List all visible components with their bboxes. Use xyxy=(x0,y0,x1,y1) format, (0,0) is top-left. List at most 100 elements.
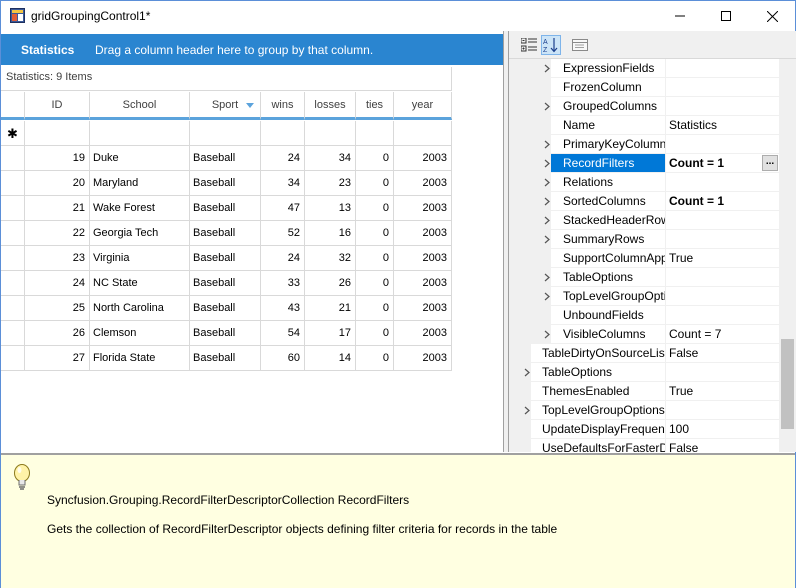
grid-cell-id[interactable]: 19 xyxy=(25,146,90,171)
grid-cell-wins[interactable]: 47 xyxy=(261,196,305,221)
grid-cell-school[interactable]: Clemson xyxy=(90,321,190,346)
property-name[interactable]: TopLevelGroupOptions xyxy=(551,287,666,306)
grid-cell-ties[interactable]: 0 xyxy=(356,196,394,221)
property-row[interactable]: SortedColumns Count = 1 xyxy=(509,192,779,211)
grid-cell-year[interactable]: 2003 xyxy=(394,196,452,221)
property-value[interactable]: False xyxy=(666,439,779,452)
grid-cell-ties[interactable]: 0 xyxy=(356,146,394,171)
property-name[interactable]: StackedHeaderRows xyxy=(551,211,666,230)
grid-cell-wins[interactable]: 33 xyxy=(261,271,305,296)
grid-cell-ties[interactable]: 0 xyxy=(356,346,394,371)
property-grid-scrollbar[interactable] xyxy=(779,59,796,452)
property-row[interactable]: Name Statistics xyxy=(509,116,779,135)
property-row[interactable]: GroupedColumns xyxy=(509,97,779,116)
row-header[interactable] xyxy=(1,171,25,196)
alphabetical-button[interactable]: A Z xyxy=(541,35,561,55)
grid-cell-losses[interactable]: 21 xyxy=(305,296,356,321)
property-name[interactable]: PrimaryKeyColumns xyxy=(551,135,666,154)
property-value[interactable] xyxy=(666,363,779,382)
property-value[interactable] xyxy=(666,97,779,116)
grid-cell-school[interactable]: Maryland xyxy=(90,171,190,196)
property-row[interactable]: UpdateDisplayFrequency 100 xyxy=(509,420,779,439)
property-name[interactable]: TableOptions xyxy=(531,363,666,382)
property-row[interactable]: Relations xyxy=(509,173,779,192)
grid-cell-wins[interactable]: 43 xyxy=(261,296,305,321)
property-name[interactable]: UpdateDisplayFrequency xyxy=(531,420,666,439)
grid-cell-wins[interactable]: 54 xyxy=(261,321,305,346)
grid-cell-year[interactable]: 2003 xyxy=(394,146,452,171)
property-value[interactable]: Statistics xyxy=(666,116,779,135)
grid-cell-losses[interactable]: 16 xyxy=(305,221,356,246)
grid-cell-ties[interactable]: 0 xyxy=(356,171,394,196)
property-name[interactable]: SortedColumns xyxy=(551,192,666,211)
property-value[interactable] xyxy=(666,401,779,420)
grid-cell-id[interactable]: 21 xyxy=(25,196,90,221)
grid-cell-year[interactable]: 2003 xyxy=(394,271,452,296)
property-row[interactable]: ExpressionFields xyxy=(509,59,779,78)
property-value[interactable]: 100 xyxy=(666,420,779,439)
property-value[interactable]: Count = 7 xyxy=(666,325,779,344)
grid-cell-sport[interactable]: Baseball xyxy=(190,271,261,296)
property-name[interactable]: UnboundFields xyxy=(551,306,666,325)
grid-cell-sport[interactable]: Baseball xyxy=(190,221,261,246)
grid-cell-school[interactable]: Virginia xyxy=(90,246,190,271)
grid-cell[interactable] xyxy=(305,121,356,146)
ellipsis-button[interactable]: ... xyxy=(762,155,778,171)
grid-cell-wins[interactable]: 24 xyxy=(261,146,305,171)
title-bar[interactable]: gridGroupingControl1* xyxy=(1,1,795,31)
grid-cell-losses[interactable]: 32 xyxy=(305,246,356,271)
scrollbar-thumb[interactable] xyxy=(781,339,794,429)
row-header[interactable] xyxy=(1,221,25,246)
column-header-ties[interactable]: ties xyxy=(356,92,394,120)
property-value[interactable] xyxy=(666,211,779,230)
grid-cell-year[interactable]: 2003 xyxy=(394,346,452,371)
grid-cell-id[interactable]: 22 xyxy=(25,221,90,246)
group-drop-area[interactable]: Statistics Drag a column header here to … xyxy=(1,34,503,65)
column-header-losses[interactable]: losses xyxy=(305,92,356,120)
property-name[interactable]: Name xyxy=(551,116,666,135)
property-name[interactable]: TableOptions xyxy=(551,268,666,287)
property-row[interactable]: SupportColumnApply True xyxy=(509,249,779,268)
property-value[interactable]: Count = 1 xyxy=(666,192,779,211)
grid-cell-ties[interactable]: 0 xyxy=(356,221,394,246)
minimize-button[interactable] xyxy=(657,1,703,31)
column-header-sport[interactable]: Sport xyxy=(190,92,261,120)
grid-cell-id[interactable]: 27 xyxy=(25,346,90,371)
grid-cell-sport[interactable]: Baseball xyxy=(190,171,261,196)
grid-cell-school[interactable]: Florida State xyxy=(90,346,190,371)
property-value[interactable]: True xyxy=(666,382,779,401)
property-row[interactable]: StackedHeaderRows xyxy=(509,211,779,230)
property-row[interactable]: TableDirtyOnSourceListChangeFalse xyxy=(509,344,779,363)
column-header-wins[interactable]: wins xyxy=(261,92,305,120)
maximize-button[interactable] xyxy=(703,1,749,31)
property-name[interactable]: ExpressionFields xyxy=(551,59,666,78)
property-row[interactable]: TableOptions xyxy=(509,363,779,382)
grid-cell-ties[interactable]: 0 xyxy=(356,271,394,296)
grid-cell-id[interactable]: 20 xyxy=(25,171,90,196)
grid-cell-losses[interactable]: 26 xyxy=(305,271,356,296)
grid-cell-id[interactable]: 25 xyxy=(25,296,90,321)
property-value[interactable] xyxy=(666,173,779,192)
property-name[interactable]: TopLevelGroupOptions xyxy=(531,401,666,420)
row-header[interactable] xyxy=(1,196,25,221)
property-name[interactable]: RecordFilters xyxy=(551,154,666,173)
grid-cell-year[interactable]: 2003 xyxy=(394,321,452,346)
close-button[interactable] xyxy=(749,1,795,31)
property-row[interactable]: UseDefaultsForFasterDrawingFalse xyxy=(509,439,779,452)
property-value[interactable]: Count = 1... xyxy=(666,154,779,173)
property-value[interactable] xyxy=(666,306,779,325)
grid-cell-wins[interactable]: 34 xyxy=(261,171,305,196)
property-value[interactable] xyxy=(666,268,779,287)
property-row[interactable]: TableOptions xyxy=(509,268,779,287)
grid-cell-ties[interactable]: 0 xyxy=(356,246,394,271)
row-header[interactable] xyxy=(1,246,25,271)
property-name[interactable]: ThemesEnabled xyxy=(531,382,666,401)
grid-cell-wins[interactable]: 60 xyxy=(261,346,305,371)
grid-cell-wins[interactable]: 52 xyxy=(261,221,305,246)
grid-cell-losses[interactable]: 13 xyxy=(305,196,356,221)
row-header[interactable] xyxy=(1,146,25,171)
property-value[interactable] xyxy=(666,230,779,249)
column-header-id[interactable]: ID xyxy=(25,92,90,120)
property-value[interactable]: True xyxy=(666,249,779,268)
column-header-year[interactable]: year xyxy=(394,92,452,120)
